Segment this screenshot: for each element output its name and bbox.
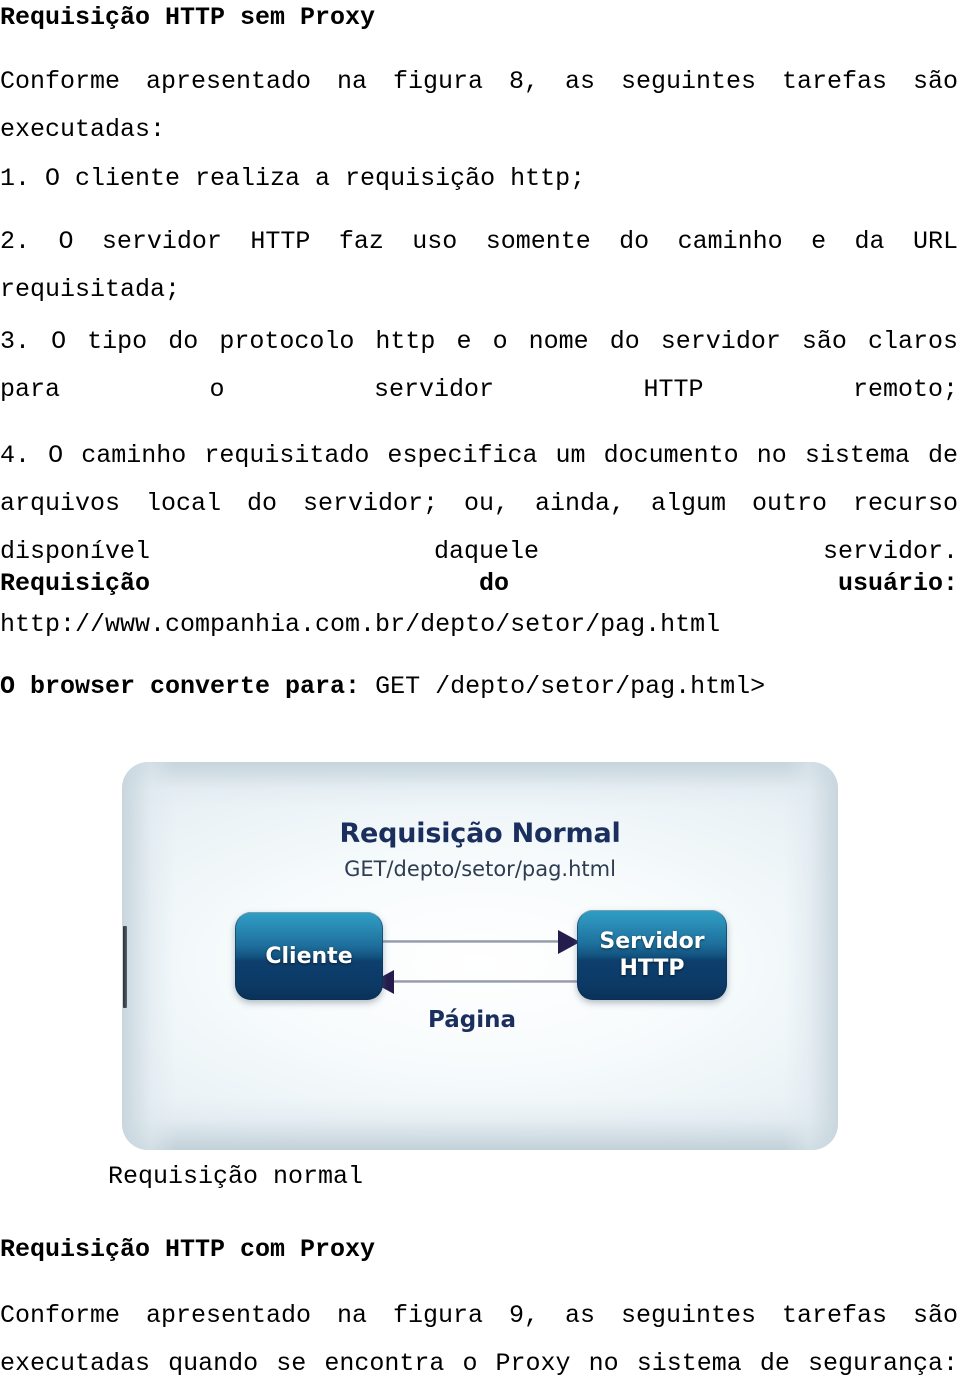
step-item-2: 2. O servidor HTTP faz uso somente do ca… [0,227,958,304]
document-page: Requisição HTTP sem Proxy Conforme apres… [0,0,960,1378]
figure-caption: Requisição normal [108,1162,364,1191]
diagram-node-servidor-line1: Servidor [599,929,705,954]
arrow-request-line [380,940,562,943]
diagram-node-cliente: Cliente [235,912,383,1000]
arrow-response-line [390,980,578,983]
figure-title: Requisição Normal [339,818,621,849]
arrow-response-label: Página [427,1007,516,1033]
request-label-word-1: Requisição [0,569,151,598]
section-heading-sem-proxy: Requisição HTTP sem Proxy [0,3,376,32]
step-item-4: 4. O caminho requisitado especifica um d… [0,441,958,566]
diagram-node-cliente-label: Cliente [265,943,353,969]
step-item-3: 3. O tipo do protocolo http e o nome do … [0,327,958,404]
diagram-node-servidor-line2: HTTP [619,956,685,981]
diagram-node-servidor-label: Servidor HTTP [599,928,704,982]
request-url-value: http://www.companhia.com.br/depto/setor/… [0,610,721,639]
browser-convert-spacer [360,672,375,701]
step-item-1: 1. O cliente realiza a requisição http; [0,164,586,193]
frame-edge-marker-bar [123,926,127,1008]
section-heading-com-proxy: Requisição HTTP com Proxy [0,1235,376,1264]
section2-intro-paragraph: Conforme apresentado na figura 9, as seg… [0,1301,958,1378]
diagram-node-servidor-http: Servidor HTTP [577,910,727,1000]
frame-sheen-top [122,762,838,808]
frame-sheen-bottom [122,1098,838,1150]
request-label-word-3: usuário: [837,569,958,598]
request-label-word-2: do [478,569,509,598]
browser-convert-line: O browser converte para: GET /depto/seto… [0,670,958,704]
request-label-line: Requisição do usuário: [0,568,958,600]
figure-subtitle-request-line: GET/depto/setor/pag.html [344,857,616,881]
figure-requisicao-normal: Requisição Normal GET/depto/setor/pag.ht… [122,762,838,1150]
browser-convert-label: O browser converte para: [0,672,361,701]
figure-frame: Requisição Normal GET/depto/setor/pag.ht… [122,762,838,1150]
browser-convert-value: GET /depto/setor/pag.html> [375,672,766,701]
section1-intro-paragraph: Conforme apresentado na figura 8, as seg… [0,67,958,144]
